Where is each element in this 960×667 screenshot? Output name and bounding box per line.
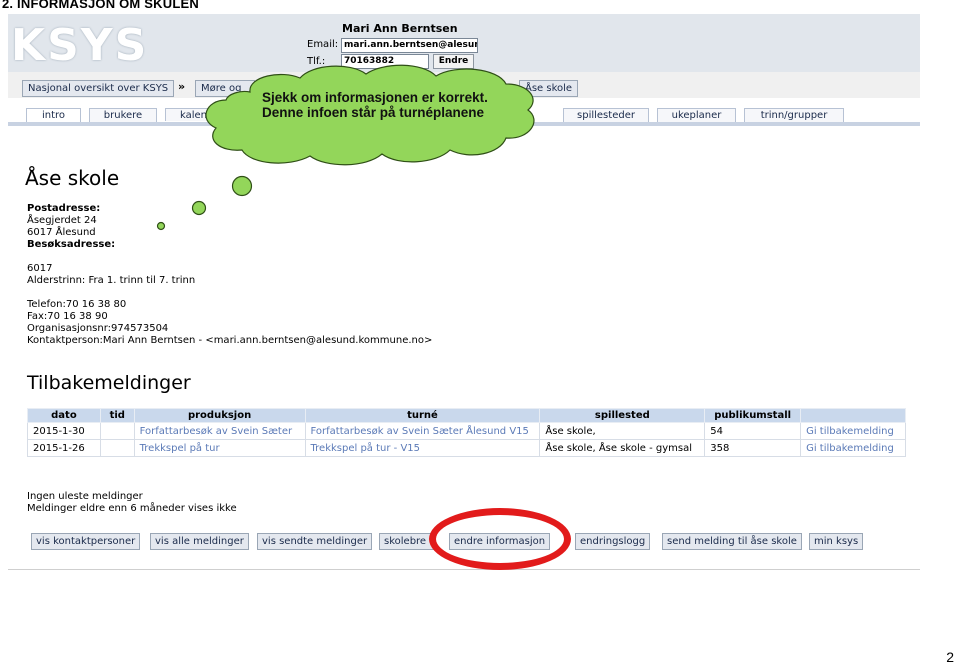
- cell-spillested: Åse skole,: [539, 422, 706, 440]
- post-address-line1: Åsegjerdet 24: [27, 215, 97, 226]
- table-header-row: dato tid produksjon turné spillested pub…: [27, 408, 906, 423]
- column-publikumstall: publikumstall: [704, 408, 802, 423]
- send-melding-button[interactable]: send melding til åse skole: [662, 533, 802, 550]
- tab-trinn-grupper[interactable]: trinn/grupper: [744, 108, 844, 122]
- telefon: Telefon:70 16 38 80: [27, 299, 127, 310]
- gi-tilbakemelding-link[interactable]: Gi tilbakemelding: [800, 439, 906, 457]
- page-number: 2: [946, 649, 954, 665]
- callout-text: Sjekk om informasjonen er korrekt. Denne…: [262, 90, 488, 120]
- column-spillested: spillested: [539, 408, 706, 423]
- slide-title: 2. INFORMASJON OM SKULEN: [2, 0, 199, 11]
- vis-kontaktpersoner-button[interactable]: vis kontaktpersoner: [31, 533, 141, 550]
- feedback-table: dato tid produksjon turné spillested pub…: [27, 408, 906, 457]
- breadcrumb-arrow-icon: »: [178, 80, 186, 93]
- alderstrinn: Alderstrinn: Fra 1. trinn til 7. trinn: [27, 275, 196, 286]
- vis-alle-meldinger-button[interactable]: vis alle meldinger: [150, 533, 249, 550]
- postadresse-label: Postadresse:: [27, 203, 101, 214]
- tab-brukere[interactable]: brukere: [89, 108, 157, 122]
- feedback-title: Tilbakemeldinger: [27, 372, 191, 394]
- tab-kalender[interactable]: kalen: [165, 108, 225, 121]
- tab-spillesteder[interactable]: spillesteder: [563, 108, 649, 122]
- vis-sendte-meldinger-button[interactable]: vis sendte meldinger: [257, 533, 373, 550]
- tlf-field[interactable]: 70163882: [341, 54, 429, 69]
- min-ksys-button[interactable]: min ksys: [809, 533, 864, 550]
- ksys-logo: KSYS: [11, 20, 149, 71]
- table-row: 2015-1-30 Forfattarbesøk av Svein Sæter …: [27, 422, 906, 440]
- email-label: Email:: [307, 39, 339, 50]
- cell-dato: 2015-1-30: [27, 422, 101, 440]
- fax: Fax:70 16 38 90: [27, 311, 108, 322]
- national-overview-button[interactable]: Nasjonal oversikt over KSYS: [22, 80, 175, 97]
- unread-messages-text: Ingen uleste meldinger: [27, 491, 143, 502]
- cell-tid: [99, 422, 135, 440]
- cell-publikumstall: 54: [704, 422, 802, 440]
- region-button[interactable]: Møre og: [195, 80, 255, 97]
- highlight-ellipse: [429, 508, 571, 570]
- user-name: Mari Ann Berntsen: [342, 22, 458, 35]
- skolebrev-button[interactable]: skolebre: [379, 533, 436, 550]
- cell-publikumstall: 358: [704, 439, 802, 457]
- column-tid: tid: [99, 408, 135, 423]
- header-bar: KSYS Mari Ann Berntsen Email: mari.ann.b…: [8, 14, 920, 72]
- column-turne: turné: [304, 408, 541, 423]
- old-messages-text: Meldinger eldre enn 6 måneder vises ikke: [27, 503, 237, 514]
- tab-ukeplaner[interactable]: ukeplaner: [657, 108, 736, 122]
- endringslogg-button[interactable]: endringslogg: [575, 533, 651, 550]
- school-button[interactable]: Åse skole: [519, 80, 579, 97]
- cell-turne-link[interactable]: Forfattarbesøk av Svein Sæter Ålesund V1…: [304, 422, 541, 440]
- column-action: [800, 408, 906, 423]
- table-row: 2015-1-26 Trekkspel på tur Trekkspel på …: [27, 439, 906, 457]
- post-address-line2: 6017 Ålesund: [27, 227, 96, 238]
- cell-spillested: Åse skole, Åse skole - gymsal: [539, 439, 706, 457]
- tab-intro[interactable]: intro: [26, 108, 81, 122]
- cell-turne-link[interactable]: Trekkspel på tur - V15: [304, 439, 541, 457]
- cell-produksjon-link[interactable]: Trekkspel på tur: [133, 439, 306, 457]
- tlf-label: Tlf.:: [307, 56, 326, 67]
- column-dato: dato: [27, 408, 101, 423]
- besoksadresse-label: Besøksadresse:: [27, 239, 116, 250]
- cell-tid: [99, 439, 135, 457]
- school-name: Åse skole: [25, 166, 120, 190]
- column-produksjon: produksjon: [133, 408, 306, 423]
- visit-address-line1: 6017: [27, 263, 53, 274]
- cell-dato: 2015-1-26: [27, 439, 101, 457]
- kontaktperson: Kontaktperson:Mari Ann Berntsen - <mari.…: [27, 335, 433, 346]
- gi-tilbakemelding-link[interactable]: Gi tilbakemelding: [800, 422, 906, 440]
- email-field[interactable]: mari.ann.berntsen@alesund.: [341, 38, 478, 53]
- cell-produksjon-link[interactable]: Forfattarbesøk av Svein Sæter: [133, 422, 306, 440]
- organisasjonsnr: Organisasjonsnr:974573504: [27, 323, 169, 334]
- endre-button[interactable]: Endre: [433, 54, 474, 69]
